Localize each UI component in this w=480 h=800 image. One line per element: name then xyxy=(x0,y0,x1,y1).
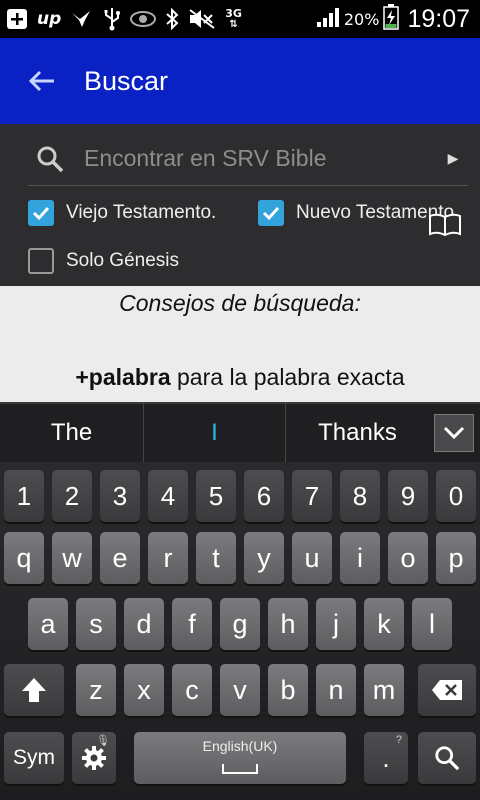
clock: 19:07 xyxy=(407,4,470,33)
key-u[interactable]: u xyxy=(292,532,332,584)
shift-key[interactable] xyxy=(4,664,64,716)
key-2[interactable]: 2 xyxy=(52,470,92,522)
period-key[interactable]: . ? xyxy=(364,732,408,784)
key-s[interactable]: s xyxy=(76,598,116,650)
expand-suggestions-button[interactable] xyxy=(434,414,474,452)
key-c[interactable]: c xyxy=(172,664,212,716)
network-3g-icon: 3G ⇅ xyxy=(225,0,242,38)
space-language-label: English(UK) xyxy=(202,738,278,754)
suggestion-1[interactable]: The xyxy=(0,403,143,463)
mic-icon: 🎙 xyxy=(96,735,110,747)
key-t[interactable]: t xyxy=(196,532,236,584)
search-tips: Consejos de búsqueda: +palabra para la p… xyxy=(0,286,480,402)
key-9[interactable]: 9 xyxy=(388,470,428,522)
gear-icon xyxy=(82,746,106,770)
key-b[interactable]: b xyxy=(268,664,308,716)
back-arrow-icon xyxy=(28,70,54,92)
key-n[interactable]: n xyxy=(316,664,356,716)
suggestion-3[interactable]: Thanks xyxy=(286,403,429,463)
search-key[interactable] xyxy=(418,732,476,784)
key-7[interactable]: 7 xyxy=(292,470,332,522)
genesis-only-checkbox[interactable] xyxy=(28,248,54,274)
suggestion-bar: The I Thanks xyxy=(0,402,480,463)
key-g[interactable]: g xyxy=(220,598,260,650)
bluetooth-icon xyxy=(165,0,179,38)
key-r[interactable]: r xyxy=(148,532,188,584)
key-f[interactable]: f xyxy=(172,598,212,650)
key-d[interactable]: d xyxy=(124,598,164,650)
data-arrows-icon: ⇅ xyxy=(229,19,238,30)
status-bar: up 3G ⇅ 20% 19:07 xyxy=(0,0,480,38)
settings-key[interactable]: 🎙 xyxy=(72,732,116,784)
search-input[interactable] xyxy=(84,145,438,172)
key-e[interactable]: e xyxy=(100,532,140,584)
up-icon: up xyxy=(37,9,62,29)
battery-percent: 20% xyxy=(343,9,380,29)
key-8[interactable]: 8 xyxy=(340,470,380,522)
app-bar: Buscar xyxy=(0,38,480,124)
key-a[interactable]: a xyxy=(28,598,68,650)
question-hint-icon: ? xyxy=(395,734,402,746)
backspace-key[interactable] xyxy=(418,664,476,716)
back-button[interactable] xyxy=(0,38,84,124)
add-box-icon xyxy=(6,0,28,38)
keyboard: 1 2 3 4 5 6 7 8 9 0 q w e r t y u i o p … xyxy=(0,462,480,800)
key-4[interactable]: 4 xyxy=(148,470,188,522)
key-o[interactable]: o xyxy=(388,532,428,584)
mute-icon xyxy=(188,0,216,38)
key-m[interactable]: m xyxy=(364,664,404,716)
filter-old-testament[interactable]: Viejo Testamento. xyxy=(28,200,216,226)
key-1[interactable]: 1 xyxy=(4,470,44,522)
backspace-icon xyxy=(432,680,462,700)
search-icon xyxy=(28,137,72,181)
key-5[interactable]: 5 xyxy=(196,470,236,522)
signal-icon xyxy=(316,6,342,32)
key-q[interactable]: q xyxy=(4,532,44,584)
filter-genesis-only[interactable]: Solo Génesis xyxy=(28,248,179,274)
key-x[interactable]: x xyxy=(124,664,164,716)
shift-icon xyxy=(22,678,46,702)
space-key[interactable]: English(UK) xyxy=(134,732,346,784)
key-v[interactable]: v xyxy=(220,664,260,716)
network-3g-label: 3G xyxy=(225,7,242,20)
sym-key[interactable]: Sym xyxy=(4,732,64,784)
key-3[interactable]: 3 xyxy=(100,470,140,522)
key-j[interactable]: j xyxy=(316,598,356,650)
key-i[interactable]: i xyxy=(340,532,380,584)
tips-line: +palabra para la palabra exacta xyxy=(0,364,480,391)
old-testament-label: Viejo Testamento. xyxy=(66,202,217,223)
open-book-icon[interactable] xyxy=(428,212,462,242)
key-p[interactable]: p xyxy=(436,532,476,584)
new-testament-checkbox[interactable] xyxy=(258,200,284,226)
search-field: ▶ xyxy=(28,132,468,186)
space-bar-icon xyxy=(222,764,258,774)
tips-title: Consejos de búsqueda: xyxy=(119,290,361,316)
chevron-down-icon xyxy=(443,426,465,440)
key-0[interactable]: 0 xyxy=(436,470,476,522)
key-z[interactable]: z xyxy=(76,664,116,716)
battery-charging-icon xyxy=(383,4,400,34)
key-h[interactable]: h xyxy=(268,598,308,650)
status-bar-right: 20% 19:07 xyxy=(316,0,470,38)
tips-keyword: +palabra xyxy=(75,364,171,390)
key-k[interactable]: k xyxy=(364,598,404,650)
key-w[interactable]: w xyxy=(52,532,92,584)
suggestion-2[interactable]: I xyxy=(143,403,286,463)
period-label: . xyxy=(382,742,390,773)
key-6[interactable]: 6 xyxy=(244,470,284,522)
genesis-only-label: Solo Génesis xyxy=(66,250,180,271)
search-icon xyxy=(435,746,460,771)
usb-icon xyxy=(103,0,121,38)
search-submit-arrow-icon[interactable]: ▶ xyxy=(438,137,468,181)
bird-icon xyxy=(70,0,94,38)
key-y[interactable]: y xyxy=(244,532,284,584)
key-l[interactable]: l xyxy=(412,598,452,650)
search-panel: ▶ Viejo Testamento. Nuevo Testamento. So… xyxy=(0,124,480,286)
old-testament-checkbox[interactable] xyxy=(28,200,54,226)
tips-description: para la palabra exacta xyxy=(170,364,405,390)
eye-icon xyxy=(130,0,157,38)
page-title: Buscar xyxy=(84,65,169,96)
